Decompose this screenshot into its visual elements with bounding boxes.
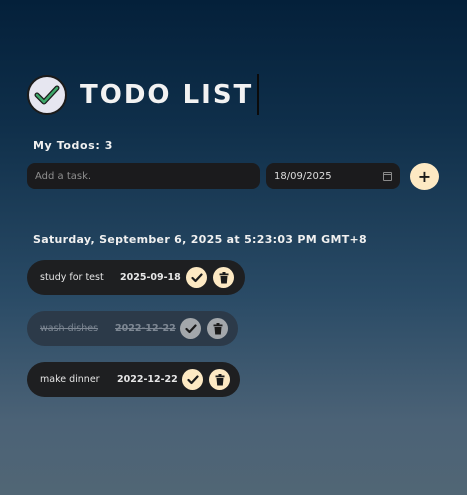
todo-task-text: make dinner bbox=[40, 374, 100, 385]
date-input[interactable]: 18/09/2025 bbox=[266, 163, 400, 189]
date-input-value: 18/09/2025 bbox=[274, 170, 332, 182]
add-task-button[interactable]: + bbox=[410, 163, 439, 190]
todo-date: 2022-12-22 bbox=[115, 323, 176, 334]
task-input[interactable] bbox=[27, 163, 260, 189]
app-header: TODO LIST bbox=[27, 75, 253, 115]
check-icon bbox=[186, 374, 199, 384]
check-circle-icon bbox=[27, 75, 67, 115]
todo-item: study for test 2025-09-18 bbox=[27, 260, 245, 295]
check-icon bbox=[184, 323, 197, 333]
delete-button[interactable] bbox=[213, 267, 234, 288]
todo-task-text: study for test bbox=[40, 272, 104, 283]
todo-task-text: wash dishes bbox=[40, 323, 99, 334]
page-title: TODO LIST bbox=[80, 80, 254, 110]
todo-date: 2022-12-22 bbox=[117, 374, 178, 385]
todo-item: make dinner 2022-12-22 bbox=[27, 362, 240, 397]
trash-icon bbox=[213, 322, 222, 334]
delete-button[interactable] bbox=[207, 318, 228, 339]
header-divider bbox=[257, 74, 259, 115]
todo-count: My Todos: 3 bbox=[33, 139, 114, 152]
trash-icon bbox=[219, 271, 228, 283]
calendar-icon[interactable] bbox=[383, 171, 392, 181]
check-icon bbox=[190, 272, 203, 282]
trash-icon bbox=[215, 373, 224, 385]
complete-button[interactable] bbox=[186, 267, 207, 288]
complete-button[interactable] bbox=[182, 369, 203, 390]
current-datetime: Saturday, September 6, 2025 at 5:23:03 P… bbox=[33, 233, 367, 246]
complete-button[interactable] bbox=[180, 318, 201, 339]
todo-date: 2025-09-18 bbox=[120, 272, 181, 283]
delete-button[interactable] bbox=[209, 369, 230, 390]
todo-item: wash dishes 2022-12-22 bbox=[27, 311, 238, 346]
